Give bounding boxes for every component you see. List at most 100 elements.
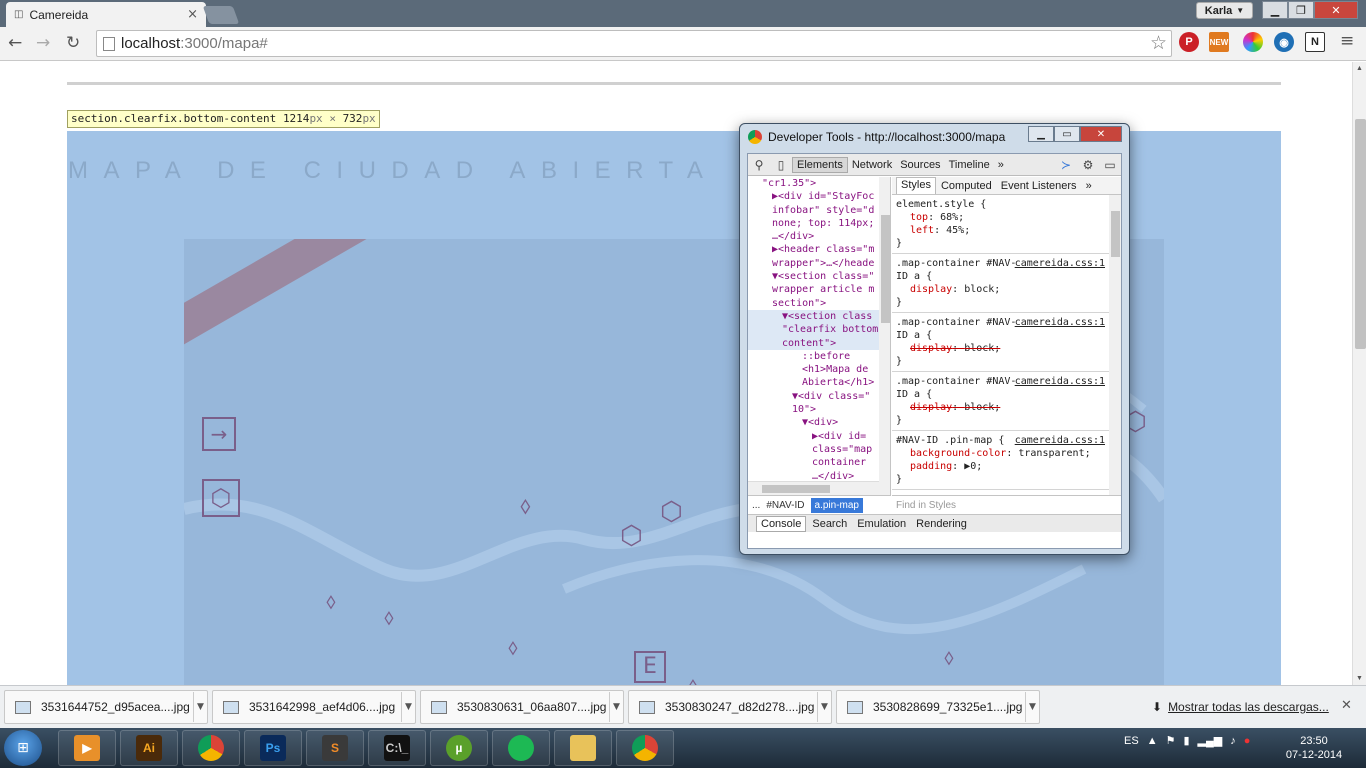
css-rule[interactable]: .map-container #NAV-ID a {camereida.css:…	[892, 372, 1121, 431]
styles-scrollbar[interactable]	[1109, 195, 1121, 495]
download-item[interactable]: 3530830247_d82d278....jpg ▼	[628, 690, 832, 724]
css-source-link[interactable]: camereida.css:1	[1015, 257, 1105, 270]
scrollbar-thumb[interactable]	[1355, 119, 1366, 349]
taskbar-app-utorrent[interactable]: µ	[430, 730, 488, 766]
dom-node-line[interactable]: "clearfix bottom	[748, 323, 890, 337]
close-icon[interactable]: ✕	[1341, 698, 1352, 713]
dom-node-line[interactable]: ▶<div id="StayFoc	[748, 190, 890, 203]
css-property[interactable]: display: block;	[896, 283, 1117, 296]
start-button[interactable]: ⊞	[4, 730, 42, 766]
css-property[interactable]: background-color: transparent;	[896, 447, 1117, 460]
taskbar-app-media-player[interactable]: ▶	[58, 730, 116, 766]
dom-node-line[interactable]: Abierta</h1>	[748, 376, 890, 389]
dom-node-line[interactable]: …</div>	[748, 230, 890, 243]
menu-icon[interactable]: ≡	[1340, 31, 1354, 51]
dom-node-line[interactable]: <h1>Mapa de	[748, 363, 890, 376]
new-tab-button[interactable]	[202, 6, 240, 24]
css-source-link[interactable]: camereida.css:1	[1015, 316, 1105, 329]
antivirus-icon[interactable]: ●	[1244, 735, 1251, 747]
network-icon[interactable]: ▮	[1183, 734, 1189, 747]
maximize-icon[interactable]: ❐	[1288, 1, 1314, 19]
dom-node-line[interactable]: content">	[748, 336, 890, 350]
dom-tree[interactable]: "cr1.35"> ▶<div id="StayFoc infobar" style…	[748, 177, 891, 495]
taskbar-clock[interactable]: 23:50 07-12-2014	[1282, 734, 1346, 762]
close-icon[interactable]: ×	[187, 7, 198, 22]
dom-node-line[interactable]: none; top: 114px;	[748, 217, 890, 230]
dom-node-line[interactable]: "cr1.35">	[748, 177, 890, 190]
tab-sources[interactable]: Sources	[896, 159, 944, 171]
dom-node-line[interactable]: ::before	[748, 350, 890, 363]
css-rule[interactable]: #NAV-ID .pin-map {camereida.css:1 backgro…	[892, 431, 1121, 490]
dom-node-line[interactable]: wrapper article m	[748, 283, 890, 296]
dom-node-line[interactable]: class="map	[748, 443, 890, 456]
css-property[interactable]: display: block;	[896, 342, 1117, 355]
dom-node-line[interactable]: section">	[748, 297, 890, 310]
more-tabs-button[interactable]: »	[1082, 180, 1096, 192]
chevron-down-icon[interactable]: ▼	[193, 692, 207, 722]
notion-icon[interactable]: N	[1305, 32, 1325, 52]
pin-entrance-icon[interactable]: →	[202, 417, 236, 451]
taskbar-app-explorer[interactable]	[554, 730, 612, 766]
taskbar-app-chrome[interactable]	[182, 730, 240, 766]
breadcrumb-item[interactable]: ...	[752, 500, 760, 511]
device-mode-icon[interactable]: ▯	[770, 158, 792, 172]
new-extension-icon[interactable]: NEW	[1209, 32, 1229, 52]
tab-emulation[interactable]: Emulation	[853, 518, 910, 530]
pin-map-icon[interactable]: ⬡	[660, 497, 683, 527]
dom-node-line[interactable]: wrapper">…</heade	[748, 257, 890, 270]
css-property[interactable]: padding: ▶0;	[896, 460, 1117, 473]
address-bar[interactable]: localhost:3000/mapa# ☆	[96, 30, 1172, 57]
download-item[interactable]: 3531644752_d95acea....jpg ▼	[4, 690, 208, 724]
pin-map-icon[interactable]: ⬨	[688, 673, 698, 685]
pin-map-icon[interactable]: ⬨	[520, 491, 531, 519]
tab-styles[interactable]: Styles	[896, 177, 936, 194]
maximize-icon[interactable]: ▭	[1054, 126, 1080, 142]
taskbar-app-spotify[interactable]	[492, 730, 550, 766]
tab-rendering[interactable]: Rendering	[912, 518, 971, 530]
pin-letter-icon[interactable]: E	[634, 651, 666, 683]
dock-icon[interactable]: ▭	[1099, 158, 1121, 172]
dom-hscrollbar[interactable]	[748, 481, 879, 495]
close-icon[interactable]: ✕	[1080, 126, 1122, 142]
pin-map-icon[interactable]: ⬨	[384, 605, 394, 630]
taskbar-app-illustrator[interactable]: Ai	[120, 730, 178, 766]
download-item[interactable]: 3530830631_06aa807....jpg ▼	[420, 690, 624, 724]
forward-icon[interactable]: →	[36, 33, 50, 53]
dom-node-line[interactable]: ▼<div>	[748, 416, 890, 429]
css-property[interactable]: left: 45%;	[896, 224, 1117, 237]
download-item[interactable]: 3531642998_aef4d06....jpg ▼	[212, 690, 416, 724]
minimize-icon[interactable]: ▁	[1028, 126, 1054, 142]
dom-node-line[interactable]: infobar" style="d	[748, 204, 890, 217]
dom-node-line[interactable]: container	[748, 456, 890, 469]
tab-computed[interactable]: Computed	[937, 180, 996, 192]
find-in-styles-input[interactable]: Find in Styles	[892, 495, 1121, 514]
taskbar-app-sublime-text[interactable]: S	[306, 730, 364, 766]
dom-scrollbar[interactable]	[879, 177, 890, 495]
taskbar-app-chrome[interactable]	[616, 730, 674, 766]
search-icon[interactable]: ⚲	[748, 158, 770, 172]
dom-node-line[interactable]: ▼<section class	[748, 309, 890, 324]
tab-network[interactable]: Network	[848, 159, 896, 171]
show-all-downloads-link[interactable]: ⬇ Mostrar todas las descargas...	[1152, 700, 1329, 714]
chevron-down-icon[interactable]: ▼	[401, 692, 415, 722]
tab-console[interactable]: Console	[756, 515, 807, 532]
pin-map-icon[interactable]: ⬨	[944, 645, 954, 670]
css-rule[interactable]: element.style {top: 68%; left: 45%;}	[892, 195, 1121, 254]
user-menu-button[interactable]: Karla ▼	[1196, 2, 1253, 19]
gear-icon[interactable]: ⚙	[1077, 158, 1099, 172]
more-panels-button[interactable]: »	[994, 159, 1008, 171]
taskbar-app-photoshop[interactable]: Ps	[244, 730, 302, 766]
back-icon[interactable]: ←	[8, 33, 22, 53]
tab-search[interactable]: Search	[808, 518, 851, 530]
console-drawer-icon[interactable]: ≻	[1055, 158, 1077, 172]
pin-map-icon[interactable]: ⬡	[202, 479, 240, 517]
tab-timeline[interactable]: Timeline	[945, 159, 994, 171]
css-rule[interactable]: .map-container #NAV-ID a {camereida.css:…	[892, 254, 1121, 313]
signal-icon[interactable]: ▂▄▆	[1198, 734, 1223, 747]
chevron-down-icon[interactable]: ▼	[609, 692, 623, 722]
dom-node-line[interactable]: ▶<div id=	[748, 430, 890, 443]
minimize-icon[interactable]: ▁	[1262, 1, 1288, 19]
taskbar-app-command-prompt[interactable]: C:\_	[368, 730, 426, 766]
language-indicator[interactable]: ES	[1124, 735, 1139, 747]
breadcrumb-item[interactable]: #NAV-ID	[766, 500, 804, 511]
